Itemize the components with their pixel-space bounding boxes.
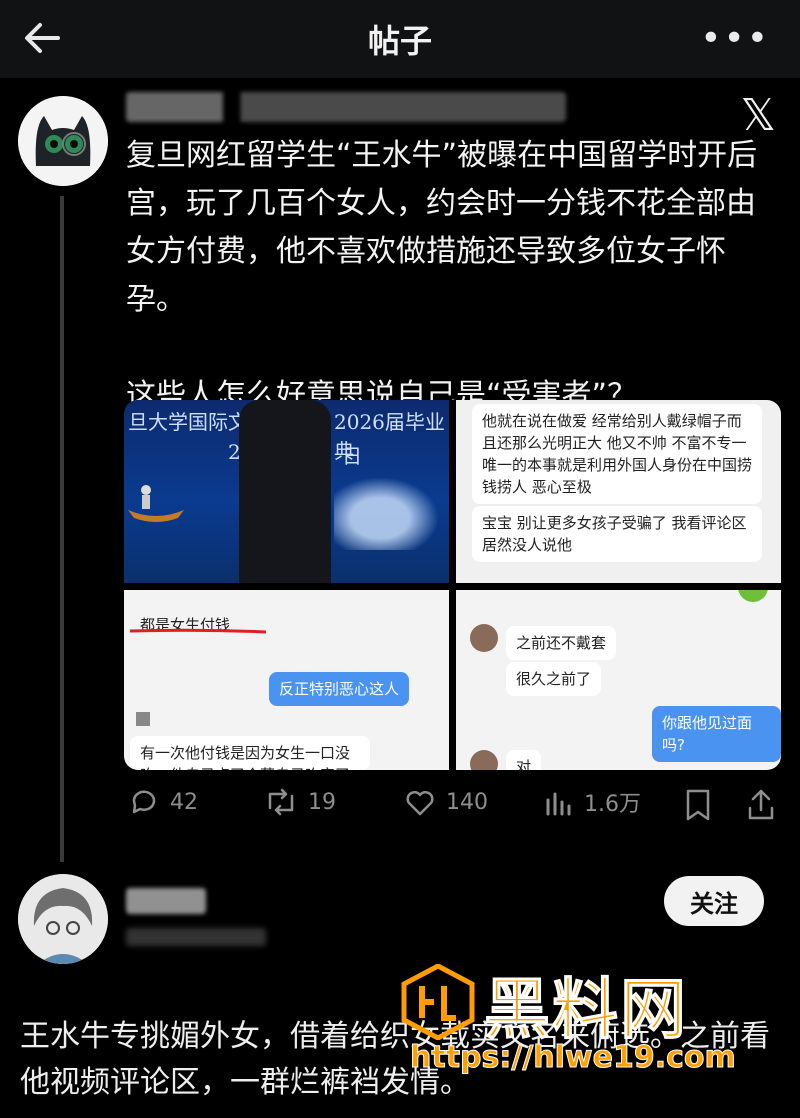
media-chat-1[interactable]: 他就在说在做爱 经常给别人戴绿帽子而且还那么光明正大 他又不帅 不富不专一 唯一… — [456, 400, 781, 583]
avatar-placeholder — [136, 712, 150, 726]
view-count: 1.6万 — [584, 792, 641, 817]
views-icon — [546, 792, 571, 816]
like-count: 140 — [446, 789, 488, 815]
thread-line — [60, 196, 64, 862]
chat-message: 很久之前了 — [506, 662, 602, 696]
speaker-figure — [239, 400, 331, 583]
reply-count: 42 — [170, 789, 198, 815]
boat-graphic — [128, 485, 184, 522]
repost-icon — [268, 788, 294, 816]
sticker-icon — [738, 590, 768, 602]
chat-message: 你跟他见过面吗? — [652, 706, 781, 762]
chat-message: 都是女生付钱 — [140, 616, 231, 634]
media-chat-2[interactable]: 都是女生付钱 反正特别恶心这人 有一次他付钱是因为女生一口没吃，他自己点了个菜自… — [124, 590, 449, 770]
reply-button[interactable]: 42 — [128, 786, 198, 818]
chat-message: 对 — [506, 750, 542, 770]
watermark: 黑料网 https://hlwe19.com — [400, 958, 790, 1088]
red-underline — [129, 628, 267, 634]
repost-count: 19 — [308, 789, 336, 815]
more-icon[interactable]: ••• — [700, 18, 770, 59]
watermark-brand: 黑料网 — [484, 971, 688, 1049]
chat-message: 宝宝 别让更多女孩子受骗了 我看评论区居然没人说他 — [472, 506, 762, 562]
comment-icon — [132, 790, 156, 814]
follow-button[interactable]: 关注 — [664, 876, 764, 926]
stage-banner-sub-right: 日 — [342, 444, 362, 468]
reply-author-name-redacted — [126, 888, 206, 914]
media-photo-stage[interactable]: 旦大学国际文 2026届毕业典 2 日 — [124, 400, 449, 583]
bookmark-icon[interactable] — [684, 788, 712, 822]
media-grid[interactable]: 旦大学国际文 2026届毕业典 2 日 他就在说在做爱 经常给别人戴绿帽子而且还… — [124, 400, 781, 770]
post-text: 复旦网红留学生“王水牛”被曝在中国留学时开后宫，玩了几百个女人，约会时一分钱不花… — [126, 132, 776, 420]
chat-message: 反正特别恶心这人 — [269, 672, 410, 706]
top-bar: 帖子 ••• — [0, 0, 800, 78]
cloud-graphic — [334, 470, 449, 550]
author-name-redacted — [126, 92, 566, 122]
media-chat-3[interactable]: 之前还不戴套 很久之前了 你跟他见过面吗? 对 — [456, 590, 781, 770]
avatar — [470, 750, 498, 770]
anime-avatar-icon — [18, 874, 108, 964]
avatar[interactable] — [18, 874, 108, 964]
cat-avatar-icon — [18, 96, 108, 186]
heart-icon — [406, 790, 434, 816]
chat-message: 之前还不戴套 — [506, 626, 617, 660]
watermark-url: https://hlwe19.com — [410, 1040, 737, 1076]
action-bar: 42 19 140 1.6万 — [124, 786, 784, 826]
watermark-logo-icon — [401, 964, 475, 1040]
page-title: 帖子 — [367, 22, 432, 60]
avatar — [470, 624, 498, 652]
chat-message: 有一次他付钱是因为女生一口没吃，他自己点了个菜自己吃完了 — [130, 736, 370, 770]
like-button[interactable]: 140 — [404, 786, 488, 818]
chat-message: 他就在说在做爱 经常给别人戴绿帽子而且还那么光明正大 他又不帅 不富不专一 唯一… — [472, 404, 762, 504]
avatar[interactable] — [18, 96, 108, 186]
views-button[interactable]: 1.6万 — [544, 786, 641, 818]
stage-banner-left: 旦大学国际文 — [128, 410, 248, 434]
repost-button[interactable]: 19 — [264, 786, 336, 818]
reply-author-handle-redacted — [126, 928, 266, 946]
share-icon[interactable] — [746, 788, 776, 822]
post-paragraph: 复旦网红留学生“王水牛”被曝在中国留学时开后宫，玩了几百个女人，约会时一分钱不花… — [126, 138, 758, 317]
